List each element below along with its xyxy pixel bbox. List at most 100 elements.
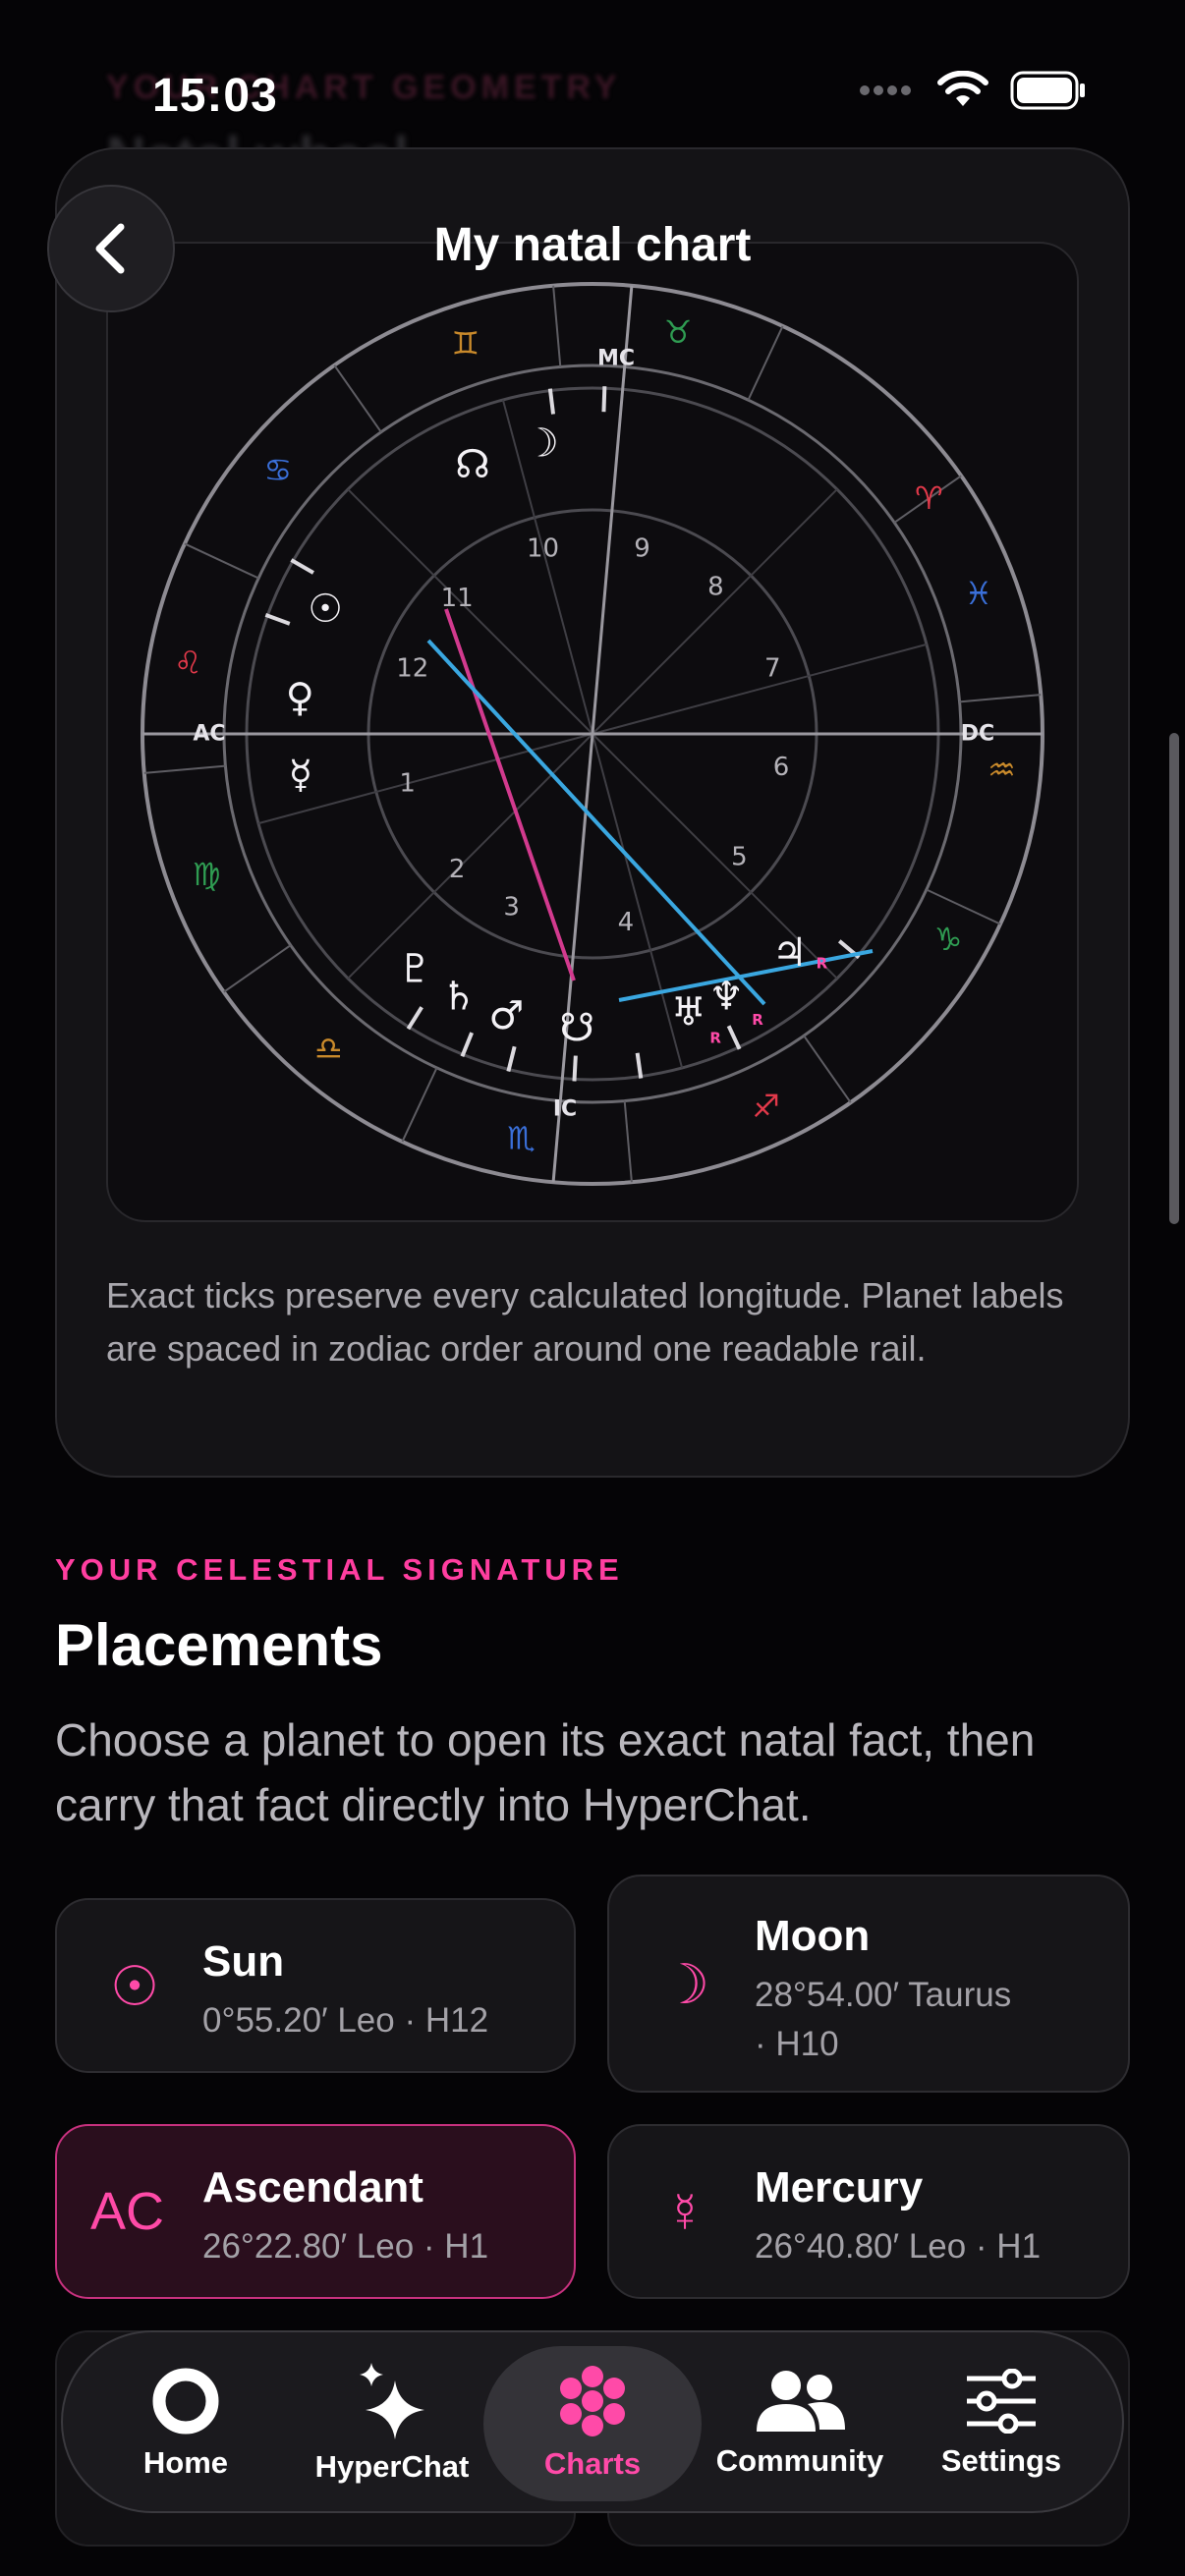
placement-mercury[interactable]: ☿ Mercury 26°40.80′ Leo · H1 xyxy=(607,2124,1130,2299)
mars-glyph: ♂ xyxy=(488,993,524,1038)
house-number: 5 xyxy=(731,842,748,871)
placement-name: Sun xyxy=(202,1937,285,1986)
sun-icon: ☉ xyxy=(110,1955,160,2017)
home-ring-icon xyxy=(152,2368,219,2435)
zodiac-sign-glyph: ♒ xyxy=(988,751,1016,788)
zodiac-sign-glyph: ♓ xyxy=(964,575,992,612)
tab-label: Community xyxy=(715,2443,884,2478)
aspect-line-opposition xyxy=(444,608,576,981)
sign-divider xyxy=(333,364,382,433)
tab-bar: Home HyperChat Charts Community Settings xyxy=(61,2330,1124,2513)
uranus-glyph: ♅ xyxy=(671,990,706,1036)
scrollbar[interactable] xyxy=(1169,733,1179,1224)
mercury-glyph: ☿ xyxy=(289,753,313,798)
pluto-glyph: ♇ xyxy=(398,947,433,992)
placement-name: Ascendant xyxy=(202,2163,423,2212)
tab-hyperchat[interactable]: HyperChat xyxy=(299,2332,485,2515)
ac-label: AC xyxy=(193,722,225,747)
longitude-tick xyxy=(726,1025,742,1050)
house-number: 4 xyxy=(618,908,635,937)
saturn-glyph: ♄ xyxy=(441,974,477,1019)
natal-wheel[interactable]: AC DCMCIC123456789101112♈♉♊♋♌♍♎♏♐♑♒♓☊ ☽☉♀☿… xyxy=(106,242,1079,1222)
longitude-tick xyxy=(601,386,607,413)
section-eyebrow: YOUR CELESTIAL SIGNATURE xyxy=(55,1552,624,1587)
status-time: 15:03 xyxy=(152,70,278,122)
placement-detail: 26°40.80′ Leo · H1 xyxy=(755,2227,1042,2266)
mc-label: MC xyxy=(597,347,635,371)
tab-home[interactable]: Home xyxy=(122,2332,250,2515)
zodiac-sign-glyph: ♏ xyxy=(507,1120,536,1157)
house-number: 6 xyxy=(773,753,790,782)
sign-divider xyxy=(623,1100,633,1183)
sliders-icon xyxy=(967,2369,1036,2434)
house-number: 7 xyxy=(764,653,781,683)
zodiac-sign-glyph: ♈ xyxy=(915,479,943,517)
placement-moon[interactable]: ☽ Moon 28°54.00′ Taurus · H10 xyxy=(607,1875,1130,2093)
neptune-glyph: ♆ xyxy=(708,974,744,1019)
battery-icon xyxy=(1010,71,1085,110)
tab-settings[interactable]: Settings xyxy=(928,2332,1075,2515)
tab-charts[interactable]: Charts xyxy=(483,2332,702,2515)
zodiac-sign-glyph: ♌ xyxy=(174,644,202,681)
placement-sun[interactable]: ☉ Sun 0°55.20′ Leo · H12 xyxy=(55,1898,576,2073)
tab-label: HyperChat xyxy=(314,2449,470,2484)
house-number: 9 xyxy=(634,534,650,564)
zodiac-sign-glyph: ♊ xyxy=(451,324,480,362)
sign-divider xyxy=(959,694,1042,703)
wifi-icon xyxy=(937,71,988,106)
cellular-dots-icon xyxy=(860,85,911,95)
zodiac-sign-glyph: ♑ xyxy=(934,921,963,958)
sign-divider xyxy=(143,764,226,774)
tab-label: Home xyxy=(142,2445,229,2480)
placement-detail-cont: · H10 xyxy=(755,2025,839,2063)
moon-icon: ☽ xyxy=(660,1953,710,2015)
house-number: 3 xyxy=(503,893,520,923)
north-node-glyph: ☊ xyxy=(455,442,490,487)
dc-label: DC xyxy=(961,722,994,747)
sun-glyph: ☉ xyxy=(308,587,343,632)
ic-label: IC xyxy=(553,1097,577,1122)
house-number: 11 xyxy=(441,584,474,613)
tab-community[interactable]: Community xyxy=(711,2332,888,2515)
placement-detail: 26°22.80′ Leo · H1 xyxy=(202,2227,489,2266)
page-title: My natal chart xyxy=(433,219,752,271)
house-number: 12 xyxy=(396,653,428,683)
retrograde-mark: R xyxy=(709,1030,721,1047)
card-note: Exact ticks preserve every calculated lo… xyxy=(106,1275,1064,1369)
sparkles-icon xyxy=(360,2363,424,2439)
house-cusp xyxy=(592,488,838,735)
venus-glyph: ♀ xyxy=(286,675,314,720)
longitude-tick xyxy=(406,1006,423,1031)
sign-divider xyxy=(803,1035,852,1103)
longitude-tick xyxy=(506,1045,517,1072)
retrograde-mark: R xyxy=(752,1011,763,1029)
zodiac-sign-glyph: ♉ xyxy=(664,313,693,351)
placement-ascendant[interactable]: AC Ascendant 26°22.80′ Leo · H1 xyxy=(55,2124,576,2299)
sign-divider xyxy=(184,542,259,580)
zodiac-sign-glyph: ♎ xyxy=(314,1030,343,1067)
house-number: 10 xyxy=(527,534,559,564)
house-cusp xyxy=(347,733,593,980)
sign-divider xyxy=(223,944,292,993)
flower-icon xyxy=(560,2366,625,2436)
jupiter-glyph: ♃ xyxy=(772,930,808,976)
house-number: 2 xyxy=(449,855,466,884)
status-icons xyxy=(859,71,1087,110)
sign-divider xyxy=(552,285,562,367)
tab-label: Charts xyxy=(543,2446,642,2481)
house-number: 8 xyxy=(707,573,724,602)
people-icon xyxy=(757,2371,845,2432)
longitude-tick xyxy=(460,1032,474,1057)
ascendant-icon: AC xyxy=(90,2182,165,2241)
placement-name: Mercury xyxy=(755,2163,924,2212)
longitude-tick xyxy=(290,558,314,575)
longitude-tick xyxy=(635,1052,644,1079)
mercury-icon: ☿ xyxy=(664,2181,705,2243)
house-cusp xyxy=(592,643,928,735)
south-node-glyph: ☋ xyxy=(560,1006,595,1051)
moon-glyph: ☽ xyxy=(524,421,559,467)
zodiac-sign-glyph: ♍ xyxy=(193,856,221,893)
sign-divider xyxy=(747,325,784,401)
status-bar: 15:03 xyxy=(0,0,1185,196)
section-title: Placements xyxy=(55,1612,383,1678)
